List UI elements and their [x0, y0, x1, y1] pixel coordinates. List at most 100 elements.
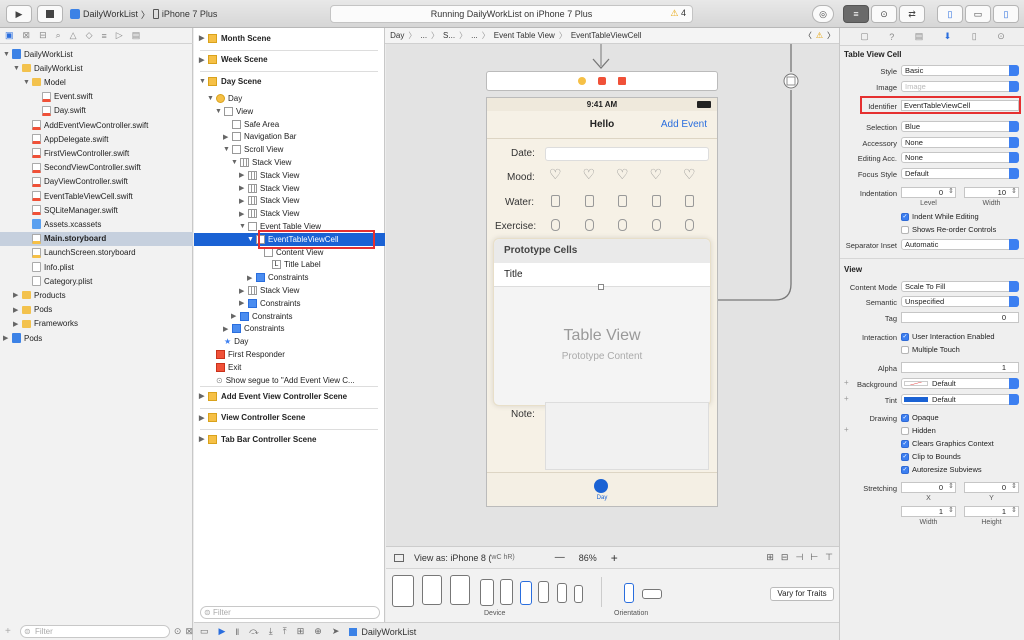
file-tree-item[interactable]: AppDelegate.swift — [0, 132, 193, 146]
day-tab-label[interactable]: Day — [487, 495, 717, 501]
outline-scene[interactable]: ▶ View Controller Scene — [194, 408, 385, 428]
tag-field[interactable]: 0 — [901, 312, 1019, 323]
breadcrumb-item[interactable]: Day — [390, 31, 404, 40]
outline-scene[interactable]: ▶ Week Scene — [194, 50, 385, 70]
outline-item[interactable]: ▶ Constraints — [194, 322, 385, 335]
file-tree-item[interactable]: Category.plist — [0, 274, 193, 288]
outline-scene[interactable]: ▼ Day Scene — [194, 71, 385, 91]
file-tree-item[interactable]: LaunchScreen.storyboard — [0, 246, 193, 260]
first-responder-icon[interactable] — [598, 77, 606, 85]
device-option-icon[interactable] — [557, 583, 567, 603]
editing-accessory-popup[interactable]: None — [901, 152, 1019, 163]
device-option-icon[interactable] — [574, 585, 583, 603]
stack-icon[interactable]: ⊟ — [781, 552, 789, 563]
disclosure-closed-icon[interactable]: ▶ — [239, 197, 248, 205]
disclosure-closed-icon[interactable]: ▶ — [13, 306, 22, 314]
align-icon[interactable]: ⊣ — [795, 552, 803, 563]
hide-debug-icon[interactable]: ▭ — [200, 626, 209, 637]
file-tree-item[interactable]: ▶ Pods — [0, 331, 193, 345]
disclosure-closed-icon[interactable]: ▶ — [13, 291, 22, 299]
breadcrumb-item[interactable]: Event Table View — [494, 31, 555, 40]
alpha-field[interactable]: 1 — [901, 362, 1019, 373]
multiple-touch-checkbox[interactable]: Multiple Touch — [901, 345, 960, 354]
view-as-label[interactable]: View as: iPhone 8 ( — [414, 553, 491, 563]
outline-item[interactable]: ▼ View — [194, 105, 385, 118]
resize-handle[interactable] — [598, 284, 604, 290]
zoom-out-button[interactable]: — — [555, 552, 565, 563]
disclosure-closed-icon[interactable]: ▶ — [3, 334, 12, 342]
zoom-in-button[interactable]: + — [611, 551, 618, 565]
exit-icon[interactable] — [618, 77, 626, 85]
step-out-icon[interactable]: ⤒ — [283, 626, 287, 637]
disclosure-closed-icon[interactable]: ▶ — [199, 34, 208, 42]
stepper-icon[interactable]: ⇕ — [948, 482, 954, 490]
outline-item[interactable]: ▼ Scroll View — [194, 143, 385, 156]
disclosure-closed-icon[interactable]: ▶ — [247, 274, 256, 282]
toggle-inspector-button[interactable]: ▯ — [993, 5, 1019, 23]
outline-item[interactable]: Exit — [194, 361, 385, 374]
stepper-icon[interactable]: ⇕ — [1011, 506, 1017, 514]
content-mode-popup[interactable]: Scale To Fill — [901, 281, 1019, 292]
warning-icon[interactable]: ⚠ — [816, 31, 823, 40]
connections-inspector-icon[interactable]: ⊙ — [997, 31, 1005, 42]
file-tree-item[interactable]: SecondViewController.swift — [0, 161, 193, 175]
attributes-inspector-icon[interactable]: ⬇ — [944, 31, 952, 42]
file-tree-item[interactable]: ▶ Pods — [0, 303, 193, 317]
accessory-popup[interactable]: None — [901, 137, 1019, 148]
stepper-icon[interactable]: ⇕ — [1011, 187, 1017, 195]
vary-for-traits-button[interactable]: Vary for Traits — [770, 587, 834, 601]
disclosure-closed-icon[interactable]: ▶ — [239, 299, 248, 307]
disclosure-open-icon[interactable]: ▼ — [199, 78, 208, 85]
disclosure-open-icon[interactable]: ▼ — [215, 108, 224, 115]
disclosure-open-icon[interactable]: ▼ — [231, 159, 240, 166]
update-frames-icon[interactable]: ⊞ — [766, 552, 774, 563]
exercise-icon[interactable] — [618, 219, 627, 231]
shows-reorder-checkbox[interactable]: Shows Re-order Controls — [901, 225, 996, 234]
pause-icon[interactable]: ‖ — [235, 627, 239, 637]
file-tree-item[interactable]: DayViewController.swift — [0, 175, 193, 189]
disclosure-open-icon[interactable]: ▼ — [3, 51, 12, 58]
water-cup-icon[interactable] — [551, 195, 560, 207]
water-cup-icon[interactable] — [651, 195, 661, 207]
disclosure-closed-icon[interactable]: ▶ — [199, 392, 208, 400]
recent-icon[interactable]: ⊙ — [174, 626, 182, 637]
test-icon[interactable]: ◇ — [86, 30, 93, 41]
search-icon[interactable]: ⌕ — [56, 30, 61, 41]
outline-item[interactable]: ▶ Stack View — [194, 182, 385, 195]
file-tree-item[interactable]: ▶ Frameworks — [0, 317, 193, 331]
scm-filter-icon[interactable]: ⊠ — [185, 626, 193, 637]
symbol-icon[interactable]: ⊟ — [39, 30, 47, 41]
prev-issue-icon[interactable]: 〈 — [804, 30, 812, 41]
add-icon[interactable]: + — [5, 626, 11, 637]
exercise-icon[interactable] — [651, 219, 661, 231]
toggle-navigator-button[interactable]: ▯ — [937, 5, 963, 23]
memory-graph-icon[interactable]: ⊕ — [314, 626, 322, 637]
heart-icon[interactable]: ♡ — [616, 166, 629, 183]
standard-editor-button[interactable]: ≡ — [843, 5, 869, 23]
disclosure-closed-icon[interactable]: ▶ — [13, 320, 22, 328]
navigator-filter-input[interactable]: ⊜ Filter — [20, 624, 170, 638]
selection-popup[interactable]: Blue — [901, 121, 1019, 132]
quick-help-icon[interactable]: ? — [889, 32, 894, 42]
outline-item[interactable]: ▶ Stack View — [194, 194, 385, 207]
indent-while-editing-checkbox[interactable]: ✓ Indent While Editing — [901, 212, 979, 221]
outline-item[interactable]: ▼ Stack View — [194, 156, 385, 169]
view-controller-icon[interactable] — [578, 77, 586, 85]
library-button[interactable]: ◎ — [812, 5, 834, 23]
heart-icon[interactable]: ♡ — [549, 166, 562, 183]
disclosure-closed-icon[interactable]: ▶ — [199, 56, 208, 64]
device-option-icon[interactable] — [538, 581, 549, 603]
style-popup[interactable]: Basic — [901, 65, 1019, 76]
day-tab-icon[interactable] — [594, 479, 608, 493]
run-button[interactable]: ▶ — [6, 5, 32, 23]
portrait-orientation-icon[interactable] — [624, 583, 634, 603]
next-issue-icon[interactable]: 〉 — [827, 30, 835, 41]
file-tree-item[interactable]: Day.swift — [0, 104, 193, 118]
device-option-icon[interactable] — [480, 579, 494, 606]
disclosure-closed-icon[interactable]: ▶ — [239, 287, 248, 295]
disclosure-open-icon[interactable]: ▼ — [207, 95, 216, 102]
file-tree-item[interactable]: SQLiteManager.swift — [0, 203, 193, 217]
file-inspector-icon[interactable]: ▢ — [860, 31, 869, 42]
scheme-selector[interactable]: DailyWorkList 〉 iPhone 7 Plus — [70, 5, 217, 23]
heart-icon[interactable]: ♡ — [650, 166, 663, 183]
